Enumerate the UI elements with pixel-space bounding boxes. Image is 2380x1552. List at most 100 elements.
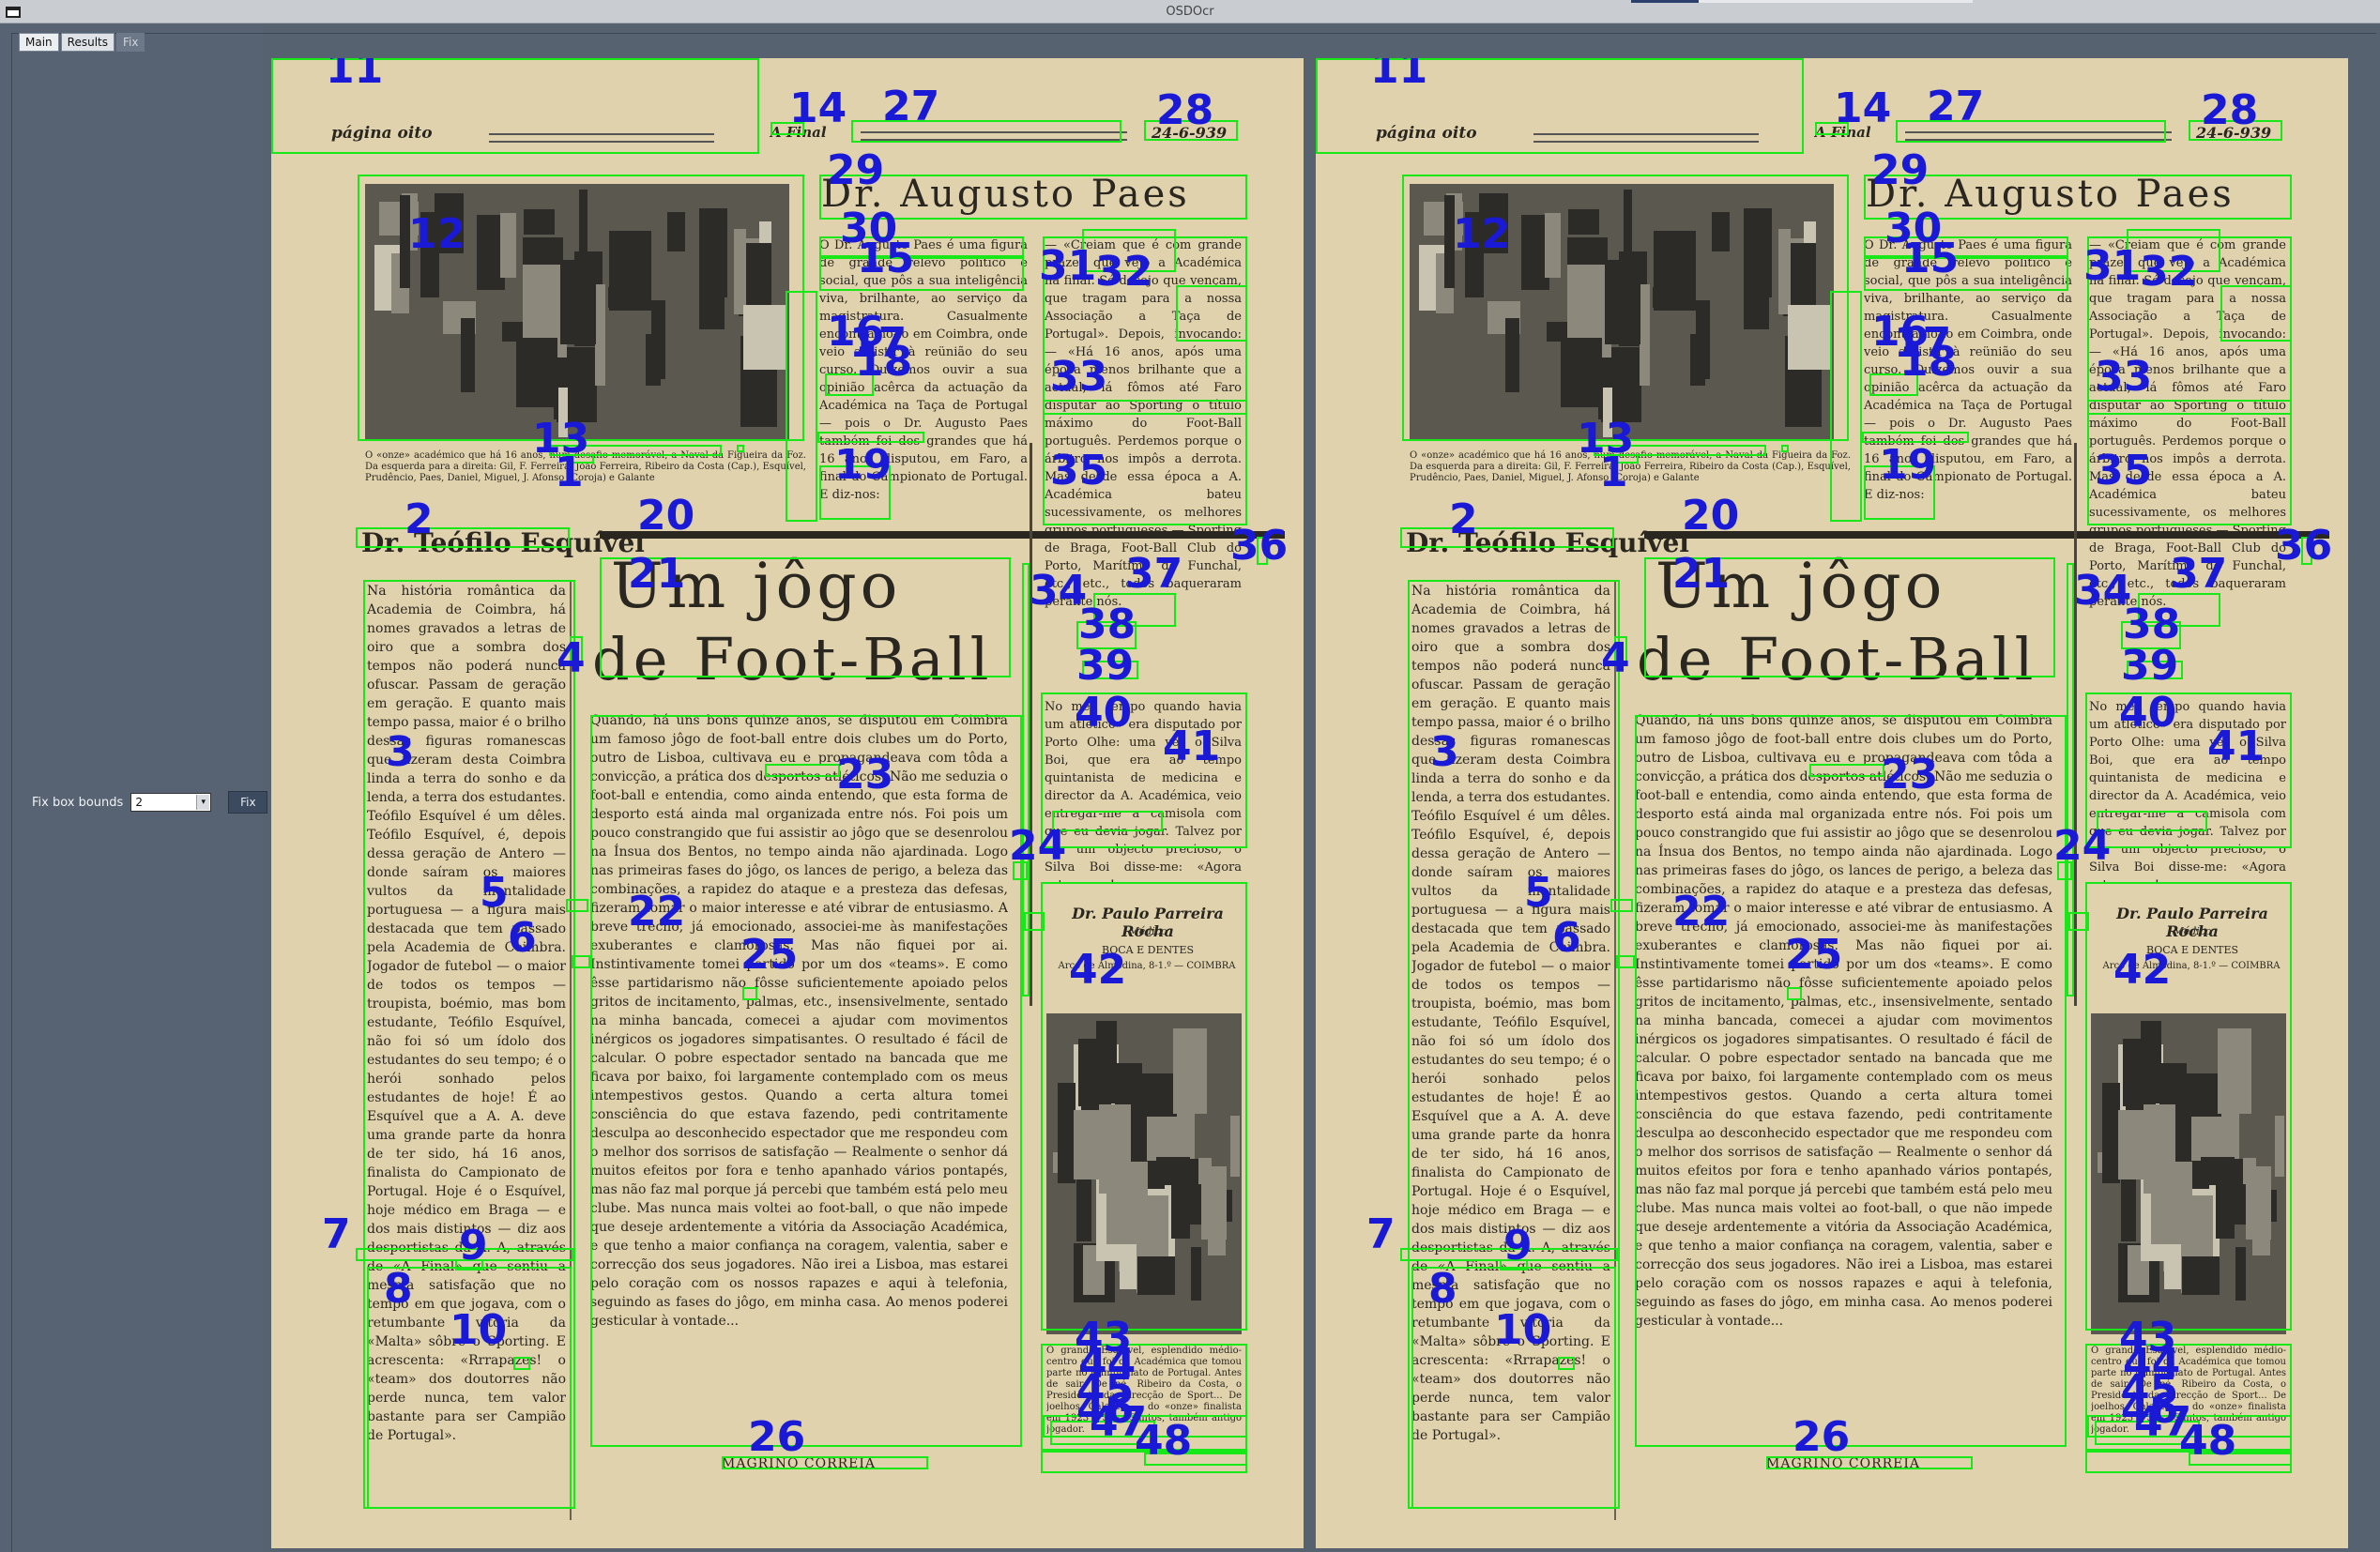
ocr-box bbox=[1787, 987, 1802, 1000]
ocr-box-index-label: 29 bbox=[827, 146, 885, 194]
ocr-box-index-label: 18 bbox=[855, 338, 913, 386]
ocr-box-index-label: 8 bbox=[384, 1265, 413, 1313]
ocr-box-index-label: 31 bbox=[1039, 242, 1097, 290]
ocr-box bbox=[819, 257, 1024, 291]
ocr-box bbox=[1022, 563, 1030, 997]
ocr-box-index-label: 27 bbox=[1927, 83, 1985, 130]
spinner-value: 2 bbox=[135, 796, 143, 809]
ocr-box bbox=[1616, 955, 1635, 968]
ocr-box-index-label: 23 bbox=[836, 751, 894, 799]
ocr-box-index-label: 26 bbox=[1793, 1413, 1851, 1461]
ocr-box-index-label: 1 bbox=[1599, 449, 1628, 496]
progress-bar-fill bbox=[1631, 0, 1699, 3]
ocr-box bbox=[765, 764, 840, 777]
ocr-box-index-label: 10 bbox=[1494, 1306, 1552, 1354]
progress-bar-track bbox=[1699, 0, 1973, 3]
ocr-box-index-label: 24 bbox=[1009, 822, 1067, 870]
tab-fix[interactable]: Fix bbox=[116, 33, 145, 52]
ocr-box-index-label: 32 bbox=[1095, 248, 1153, 296]
ocr-box-index-label: 6 bbox=[1552, 914, 1581, 962]
ocr-box bbox=[1635, 715, 2067, 1447]
ocr-box-index-label: 37 bbox=[1125, 550, 1183, 598]
ocr-box bbox=[1610, 899, 1633, 912]
ocr-box-index-label: 38 bbox=[2123, 601, 2181, 648]
ocr-box-index-label: 35 bbox=[2095, 447, 2153, 495]
ocr-box-index-label: 41 bbox=[2207, 723, 2266, 770]
ocr-box bbox=[2097, 811, 2207, 831]
ocr-box-index-label: 2 bbox=[1449, 495, 1478, 543]
ocr-box-index-label: 20 bbox=[637, 492, 695, 540]
ocr-box-index-label: 22 bbox=[1672, 888, 1731, 936]
tab-main[interactable]: Main bbox=[19, 33, 59, 52]
ocr-box-index-label: 2 bbox=[404, 495, 434, 543]
ocr-box-index-label: 27 bbox=[882, 83, 940, 130]
ocr-box-index-label: 32 bbox=[2140, 248, 2198, 296]
ocr-box bbox=[1781, 445, 1789, 452]
ocr-box-index-label: 36 bbox=[2275, 522, 2333, 570]
ocr-box bbox=[742, 987, 757, 1000]
ocr-box-index-label: 14 bbox=[1834, 84, 1892, 132]
ocr-box bbox=[1830, 291, 1862, 522]
page-view-left: página oito A Final 24-6-939 O «onze» acadé… bbox=[271, 58, 1304, 1548]
ocr-box bbox=[1400, 527, 1614, 548]
ocr-box-index-label: 21 bbox=[628, 550, 686, 598]
ocr-box-index-label: 37 bbox=[2170, 550, 2228, 598]
ocr-box-index-label: 9 bbox=[459, 1222, 488, 1270]
ocr-box-index-label: 4 bbox=[1601, 634, 1630, 682]
fix-box-bounds-label: Fix box bounds bbox=[32, 795, 124, 810]
ocr-box-index-label: 15 bbox=[857, 235, 915, 282]
ocr-box-index-label: 6 bbox=[508, 914, 537, 962]
ocr-box bbox=[572, 955, 590, 968]
ocr-box bbox=[737, 445, 744, 452]
page-view-right: página oito A Final 24-6-939 O «onze» acadé… bbox=[1316, 58, 2348, 1548]
fix-button[interactable]: Fix bbox=[228, 791, 268, 814]
ocr-box-index-label: 35 bbox=[1050, 447, 1108, 495]
ocr-box bbox=[356, 527, 570, 548]
ocr-box-index-label: 33 bbox=[1050, 353, 1108, 401]
ocr-box-index-label: 39 bbox=[2121, 642, 2179, 690]
window-title: OSDOcr bbox=[1166, 5, 1214, 19]
ocr-box-index-label: 11 bbox=[1370, 58, 1428, 93]
ocr-box-index-label: 15 bbox=[1901, 235, 1960, 282]
ocr-box-index-label: 20 bbox=[1682, 492, 1740, 540]
ocr-box bbox=[2068, 912, 2089, 931]
ocr-box-index-label: 39 bbox=[1076, 642, 1135, 690]
ocr-box bbox=[1043, 400, 1247, 415]
ocr-box-index-label: 25 bbox=[740, 931, 799, 979]
tab-results[interactable]: Results bbox=[60, 33, 114, 52]
ocr-box-index-label: 7 bbox=[1366, 1210, 1396, 1258]
ocr-box bbox=[513, 1357, 530, 1370]
ocr-box-index-label: 4 bbox=[557, 634, 586, 682]
ocr-box-index-label: 25 bbox=[1785, 931, 1843, 979]
ocr-box-index-label: 36 bbox=[1230, 522, 1289, 570]
ocr-box-index-label: 29 bbox=[1871, 146, 1930, 194]
ocr-box-index-label: 5 bbox=[1524, 869, 1553, 917]
ocr-box-index-label: 48 bbox=[2179, 1417, 2237, 1465]
ocr-box-index-label: 7 bbox=[322, 1210, 351, 1258]
ocr-box-index-label: 33 bbox=[2095, 353, 2153, 401]
ocr-box bbox=[2087, 400, 2292, 415]
tab-bar: Main Results Fix bbox=[19, 33, 145, 52]
ocr-box-index-label: 12 bbox=[1453, 210, 1511, 258]
ocr-box-index-label: 42 bbox=[2113, 946, 2172, 994]
fix-box-bounds-row: Fix box bounds 2 ▾ Fix bbox=[32, 791, 268, 814]
ocr-box-index-label: 23 bbox=[1881, 751, 1939, 799]
ocr-box bbox=[1052, 811, 1163, 831]
ocr-box bbox=[2067, 563, 2074, 997]
ocr-box-index-label: 48 bbox=[1135, 1417, 1193, 1465]
ocr-box-index-label: 12 bbox=[408, 210, 466, 258]
ocr-box-index-label: 19 bbox=[834, 441, 892, 489]
fix-box-bounds-spinner[interactable]: 2 ▾ bbox=[130, 793, 212, 812]
ocr-box-index-label: 14 bbox=[789, 84, 847, 132]
ocr-box-index-label: 42 bbox=[1069, 946, 1127, 994]
ocr-box-index-label: 22 bbox=[628, 888, 686, 936]
spinner-arrow-icon[interactable]: ▾ bbox=[196, 795, 210, 810]
ocr-box bbox=[786, 291, 817, 522]
ocr-box-index-label: 31 bbox=[2083, 242, 2142, 290]
ocr-box bbox=[1809, 764, 1884, 777]
ocr-box-index-label: 8 bbox=[1428, 1265, 1457, 1313]
ocr-box-index-label: 40 bbox=[2119, 689, 2177, 737]
ocr-box-index-label: 19 bbox=[1879, 441, 1937, 489]
ocr-box-index-label: 3 bbox=[386, 728, 415, 776]
ocr-box bbox=[590, 715, 1022, 1447]
